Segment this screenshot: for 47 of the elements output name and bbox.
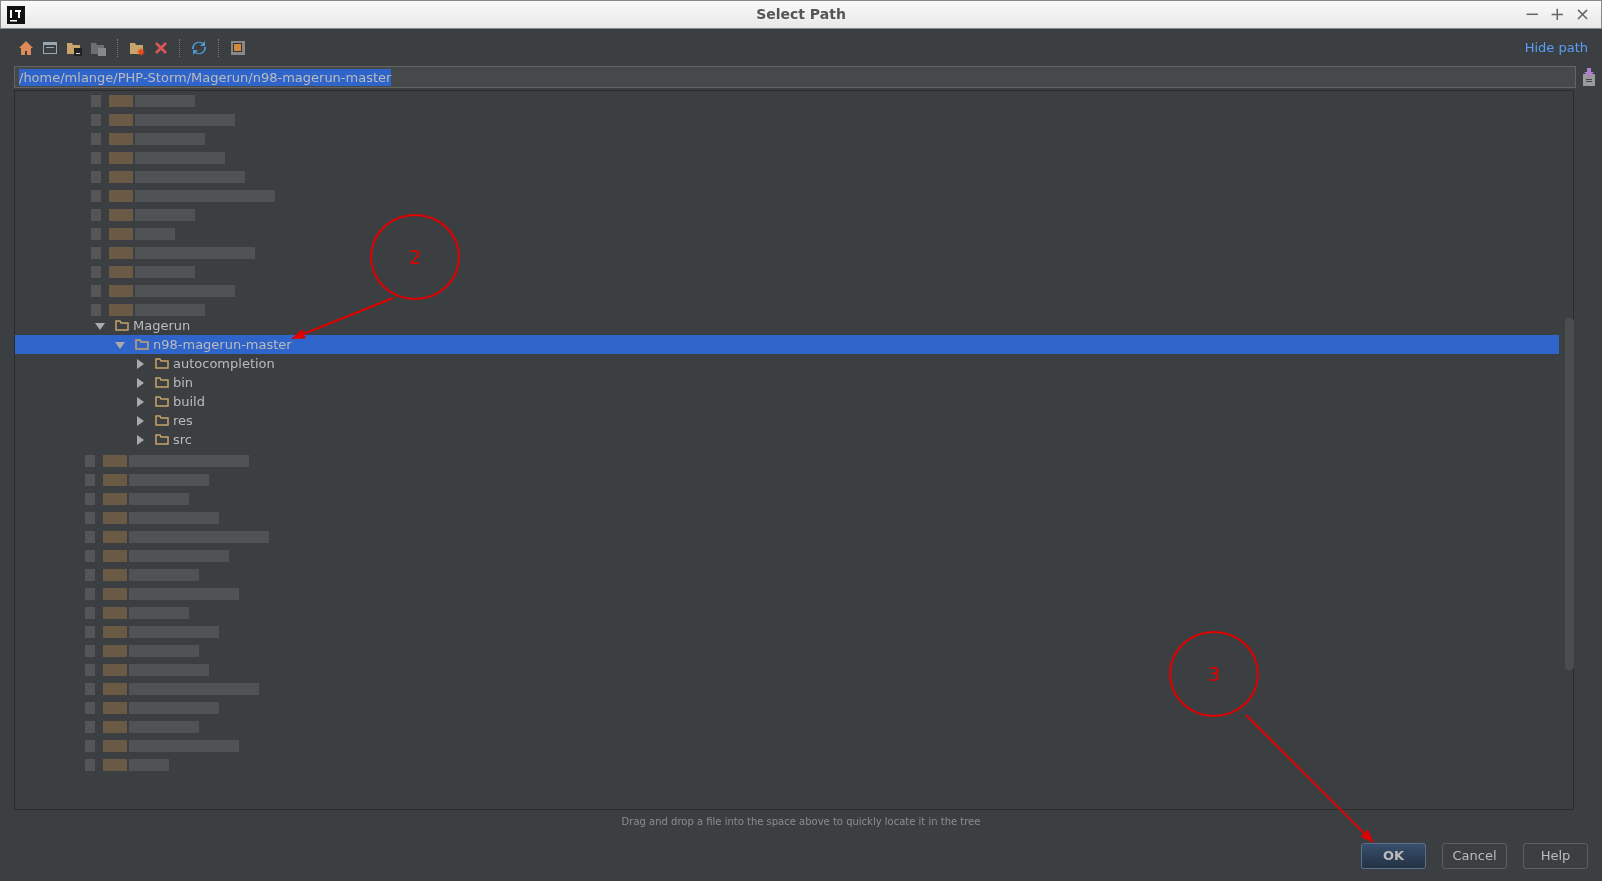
window-title: Select Path: [756, 5, 846, 24]
tree-item-label: Magerun: [133, 316, 191, 335]
dialog-button[interactable]: OK: [1361, 843, 1426, 869]
folder-icon: [155, 358, 169, 369]
callout-marker: 2: [370, 214, 460, 300]
tree-item-label: n98-magerun-master: [153, 335, 292, 354]
minimize-button[interactable]: −: [1521, 5, 1543, 23]
tree-item[interactable]: bin: [15, 373, 1559, 392]
dialog-button[interactable]: Cancel: [1442, 843, 1507, 869]
collapse-arrow-icon[interactable]: [115, 339, 125, 350]
tree-item[interactable]: Magerun: [15, 316, 1559, 335]
maximize-button[interactable]: +: [1546, 5, 1568, 23]
dialog-button[interactable]: Help: [1523, 843, 1588, 869]
refresh-icon[interactable]: [191, 39, 207, 56]
folder-icon: [155, 377, 169, 388]
expand-arrow-icon[interactable]: [135, 358, 145, 369]
expand-arrow-icon[interactable]: [135, 396, 145, 407]
expand-arrow-icon[interactable]: [135, 377, 145, 388]
tree-item[interactable]: autocompletion: [15, 354, 1559, 373]
home-icon[interactable]: [18, 39, 34, 56]
folder-icon: [155, 415, 169, 426]
close-button[interactable]: ×: [1571, 5, 1593, 23]
expand-arrow-icon[interactable]: [135, 434, 145, 445]
callout-marker: 3: [1169, 631, 1259, 717]
tree-item-label: bin: [173, 373, 194, 392]
tree-item-label: build: [173, 392, 205, 411]
app-logo-icon: [7, 6, 25, 24]
tree-item[interactable]: src: [15, 430, 1559, 449]
folder-icon: [155, 396, 169, 407]
tree-item[interactable]: res: [15, 411, 1559, 430]
show-hidden-icon[interactable]: [230, 39, 246, 56]
hide-path-link[interactable]: Hide path: [1524, 37, 1588, 58]
clipboard-download-icon[interactable]: [1582, 68, 1596, 86]
folder-icon: [135, 339, 149, 350]
tree-item-label: src: [173, 430, 192, 449]
tree-item-label: res: [173, 411, 193, 430]
expand-arrow-icon[interactable]: [135, 415, 145, 426]
folder-icon: [155, 434, 169, 445]
scrollbar[interactable]: [1565, 318, 1574, 670]
delete-icon[interactable]: [154, 40, 168, 55]
tree-item[interactable]: build: [15, 392, 1559, 411]
window-icon[interactable]: [42, 40, 58, 55]
tree-item-label: autocompletion: [173, 354, 275, 373]
hint-text: Drag and drop a file into the space above to quickly locate it in the tree: [620, 815, 982, 829]
tree-item[interactable]: n98-magerun-master: [15, 335, 1559, 354]
folder-icon: [115, 320, 129, 331]
collapse-arrow-icon[interactable]: [95, 320, 105, 331]
